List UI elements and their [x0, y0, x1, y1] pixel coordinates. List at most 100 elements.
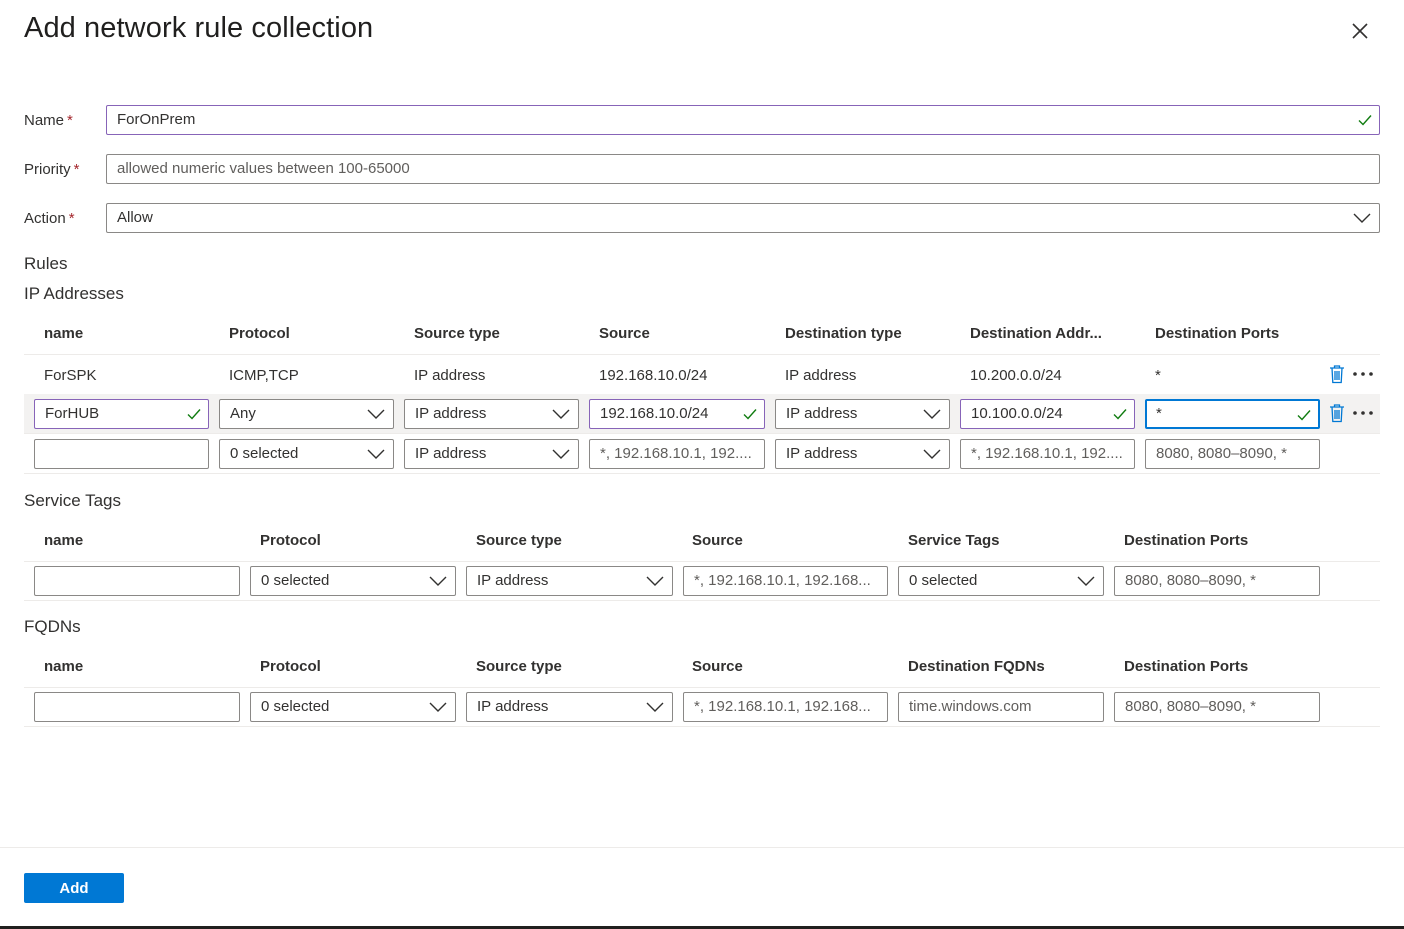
- source-input[interactable]: 192.168.10.0/24: [589, 399, 765, 429]
- required-mark: *: [67, 112, 73, 129]
- protocol-dropdown[interactable]: 0 selected: [250, 692, 456, 722]
- checkmark-icon: [1358, 115, 1372, 126]
- destination-ports-input[interactable]: 8080, 8080–8090, *: [1114, 692, 1320, 722]
- col-source: Source: [692, 532, 743, 549]
- cell-source: 192.168.10.0/24: [599, 367, 708, 384]
- priority-input[interactable]: allowed numeric values between 100-65000: [106, 154, 1380, 184]
- name-input[interactable]: ForOnPrem: [106, 105, 1380, 135]
- destination-type-dropdown[interactable]: IP address: [775, 399, 950, 429]
- source-type-dropdown[interactable]: IP address: [404, 439, 579, 469]
- trash-icon[interactable]: [1328, 403, 1346, 423]
- priority-placeholder: allowed numeric values between 100-65000: [117, 160, 410, 177]
- destination-address-input[interactable]: *, 192.168.10.1, 192....: [960, 439, 1135, 469]
- table-row[interactable]: ForSPK ICMP,TCP IP address 192.168.10.0/…: [24, 355, 1380, 395]
- chevron-down-icon: [646, 702, 664, 712]
- col-service-tags: Service Tags: [908, 532, 1000, 549]
- source-input[interactable]: *, 192.168.10.1, 192....: [589, 439, 765, 469]
- name-label: Name *: [24, 112, 73, 129]
- col-source: Source: [692, 658, 743, 675]
- more-icon[interactable]: [1352, 371, 1374, 377]
- source-type-dropdown[interactable]: IP address: [466, 692, 673, 722]
- protocol-dropdown[interactable]: 0 selected: [219, 439, 394, 469]
- destination-type-dropdown[interactable]: IP address: [775, 439, 950, 469]
- rule-name-input[interactable]: [34, 439, 209, 469]
- cell-destination-type: IP address: [785, 367, 857, 384]
- fqdns-table-header: name Protocol Source type Source Destina…: [24, 644, 1380, 688]
- cell-destination-ports: *: [1155, 367, 1161, 384]
- table-row-new: 0 selected IP address *, 192.168.10.1, 1…: [24, 687, 1380, 727]
- chevron-down-icon: [367, 449, 385, 459]
- destination-fqdns-input[interactable]: time.windows.com: [898, 692, 1104, 722]
- col-source: Source: [599, 325, 650, 342]
- checkmark-icon: [743, 409, 757, 420]
- chevron-down-icon: [552, 449, 570, 459]
- priority-label: Priority *: [24, 161, 80, 178]
- chevron-down-icon: [1077, 576, 1095, 586]
- table-row-new: 0 selected IP address *, 192.168.10.1, 1…: [24, 561, 1380, 601]
- rule-name-input[interactable]: [34, 692, 240, 722]
- rule-name-input[interactable]: ForHUB: [34, 399, 209, 429]
- chevron-down-icon: [552, 409, 570, 419]
- col-name: name: [44, 658, 84, 675]
- destination-ports-input[interactable]: 8080, 8080–8090, *: [1114, 566, 1320, 596]
- action-label: Action *: [24, 210, 75, 227]
- source-input[interactable]: *, 192.168.10.1, 192.168...: [683, 566, 888, 596]
- chevron-down-icon: [1353, 213, 1371, 223]
- service-tags-table-header: name Protocol Source type Source Service…: [24, 518, 1380, 562]
- action-row: Action * Allow: [24, 203, 1380, 233]
- cell-destination-address: 10.200.0.0/24: [970, 367, 1062, 384]
- destination-address-input[interactable]: 10.100.0.0/24: [960, 399, 1135, 429]
- checkmark-icon: [1113, 409, 1127, 420]
- checkmark-icon: [1297, 410, 1311, 421]
- col-source-type: Source type: [414, 325, 500, 342]
- destination-ports-input[interactable]: 8080, 8080–8090, *: [1145, 439, 1320, 469]
- col-protocol: Protocol: [229, 325, 290, 342]
- trash-icon[interactable]: [1328, 364, 1346, 384]
- cell-name: ForSPK: [44, 367, 97, 384]
- name-value: ForOnPrem: [117, 111, 196, 128]
- col-protocol: Protocol: [260, 532, 321, 549]
- col-destination-ports: Destination Ports: [1124, 658, 1249, 675]
- panel-title: Add network rule collection: [24, 12, 374, 44]
- table-row-new: 0 selected IP address *, 192.168.10.1, 1…: [24, 434, 1380, 474]
- destination-ports-input[interactable]: *: [1145, 399, 1320, 429]
- col-destination-ports: Destination Ports: [1155, 325, 1280, 342]
- source-type-dropdown[interactable]: IP address: [404, 399, 579, 429]
- rules-heading: Rules: [24, 254, 68, 273]
- name-row: Name * ForOnPrem: [24, 105, 1380, 135]
- col-source-type: Source type: [476, 658, 562, 675]
- source-input[interactable]: *, 192.168.10.1, 192.168...: [683, 692, 888, 722]
- ip-addresses-heading: IP Addresses: [24, 284, 124, 303]
- required-mark: *: [68, 210, 75, 227]
- footer-divider: [0, 847, 1404, 848]
- chevron-down-icon: [429, 702, 447, 712]
- add-button[interactable]: Add: [24, 873, 124, 903]
- table-row-editing[interactable]: ForHUB Any IP address 192.168.10.0/24 IP…: [24, 394, 1380, 434]
- col-source-type: Source type: [476, 532, 562, 549]
- chevron-down-icon: [429, 576, 447, 586]
- priority-row: Priority * allowed numeric values between…: [24, 154, 1380, 184]
- cell-protocol: ICMP,TCP: [229, 367, 299, 384]
- col-name: name: [44, 532, 84, 549]
- col-name: name: [44, 325, 84, 342]
- protocol-dropdown[interactable]: Any: [219, 399, 394, 429]
- ip-table-header: name Protocol Source type Source Destina…: [24, 311, 1380, 355]
- close-icon[interactable]: [1348, 19, 1372, 43]
- col-destination-fqdns: Destination FQDNs: [908, 658, 1045, 675]
- chevron-down-icon: [923, 449, 941, 459]
- fqdns-heading: FQDNs: [24, 617, 81, 636]
- checkmark-icon: [187, 409, 201, 420]
- chevron-down-icon: [646, 576, 664, 586]
- required-mark: *: [73, 161, 80, 178]
- protocol-dropdown[interactable]: 0 selected: [250, 566, 456, 596]
- chevron-down-icon: [923, 409, 941, 419]
- col-destination-type: Destination type: [785, 325, 902, 342]
- col-destination-address: Destination Addr...: [970, 325, 1102, 342]
- source-type-dropdown[interactable]: IP address: [466, 566, 673, 596]
- more-icon[interactable]: [1352, 410, 1374, 416]
- service-tags-heading: Service Tags: [24, 491, 122, 510]
- rule-name-input[interactable]: [34, 566, 240, 596]
- service-tags-dropdown[interactable]: 0 selected: [898, 566, 1104, 596]
- action-dropdown[interactable]: Allow: [106, 203, 1380, 233]
- action-value: Allow: [117, 209, 153, 226]
